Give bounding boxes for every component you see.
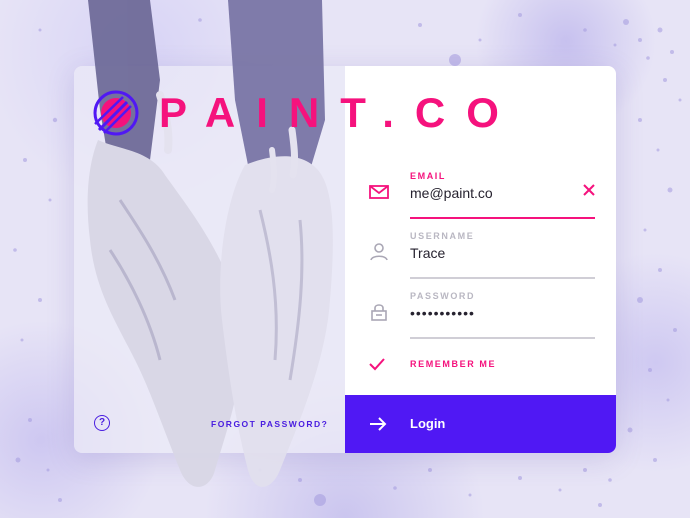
email-field: EMAIL <box>336 171 595 221</box>
user-icon <box>370 243 388 261</box>
close-icon[interactable] <box>582 183 596 197</box>
brand-logo: PAINT.CO <box>91 88 520 138</box>
password-underline <box>410 337 595 339</box>
remember-me-toggle[interactable]: REMEMBER ME <box>368 355 496 373</box>
brand-name: PAINT.CO <box>159 89 520 136</box>
email-input[interactable] <box>410 185 570 201</box>
username-label: USERNAME <box>410 231 475 241</box>
email-underline <box>410 217 595 219</box>
username-underline <box>410 277 595 279</box>
email-label: EMAIL <box>410 171 446 181</box>
password-label: PASSWORD <box>410 291 476 301</box>
lock-icon <box>371 304 387 321</box>
paint-brush-logo-icon <box>93 90 139 136</box>
password-input[interactable] <box>410 305 570 321</box>
checkmark-icon <box>369 358 385 371</box>
login-label: Login <box>410 416 446 431</box>
arrow-right-icon <box>370 417 387 431</box>
forgot-password-link[interactable]: FORGOT PASSWORD? <box>211 419 328 429</box>
remember-me-label: REMEMBER ME <box>410 359 497 369</box>
password-field: PASSWORD <box>336 291 595 341</box>
username-field: USERNAME <box>336 231 595 281</box>
envelope-icon <box>369 185 389 199</box>
username-input[interactable] <box>410 245 570 261</box>
help-icon[interactable]: ? <box>94 415 110 431</box>
login-button[interactable]: Login <box>345 395 616 453</box>
